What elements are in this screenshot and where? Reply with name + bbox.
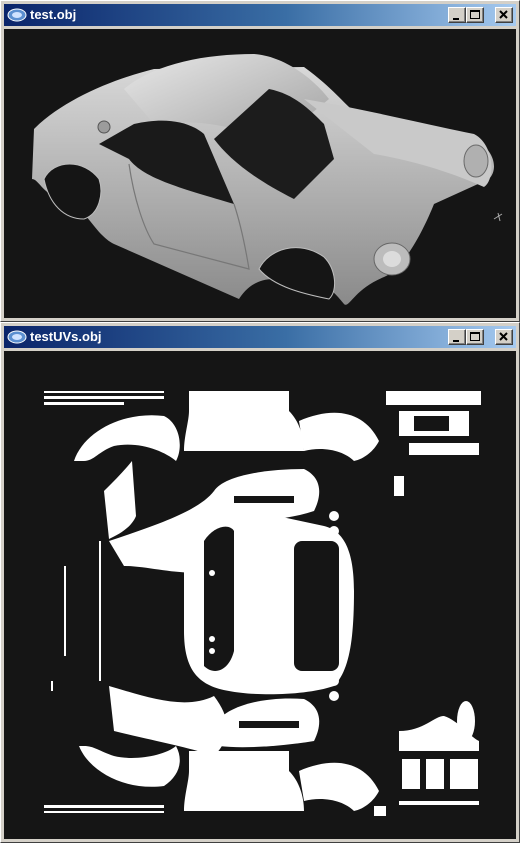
app-icon <box>7 8 27 22</box>
uv-viewport[interactable] <box>4 351 516 839</box>
minimize-button[interactable] <box>448 7 466 23</box>
close-button[interactable] <box>495 329 513 345</box>
close-icon <box>499 332 508 341</box>
uv-window-titlebar[interactable]: testUVs.obj <box>4 326 516 348</box>
uv-layout <box>44 391 481 816</box>
window-title: test.obj <box>30 7 77 22</box>
maximize-button[interactable] <box>466 7 484 23</box>
model-window-titlebar[interactable]: test.obj <box>4 4 516 26</box>
model-window: test.obj <box>0 0 520 322</box>
app-icon <box>7 330 27 344</box>
maximize-icon <box>470 10 480 19</box>
window-title: testUVs.obj <box>30 329 102 344</box>
maximize-icon <box>470 332 480 341</box>
car-3d-model <box>32 54 503 305</box>
minimize-icon <box>453 340 459 342</box>
maximize-button[interactable] <box>466 329 484 345</box>
minimize-icon <box>453 18 459 20</box>
minimize-button[interactable] <box>448 329 466 345</box>
close-button[interactable] <box>495 7 513 23</box>
close-icon <box>499 10 508 19</box>
model-viewport[interactable] <box>4 29 516 318</box>
uv-window: testUVs.obj <box>0 322 520 843</box>
